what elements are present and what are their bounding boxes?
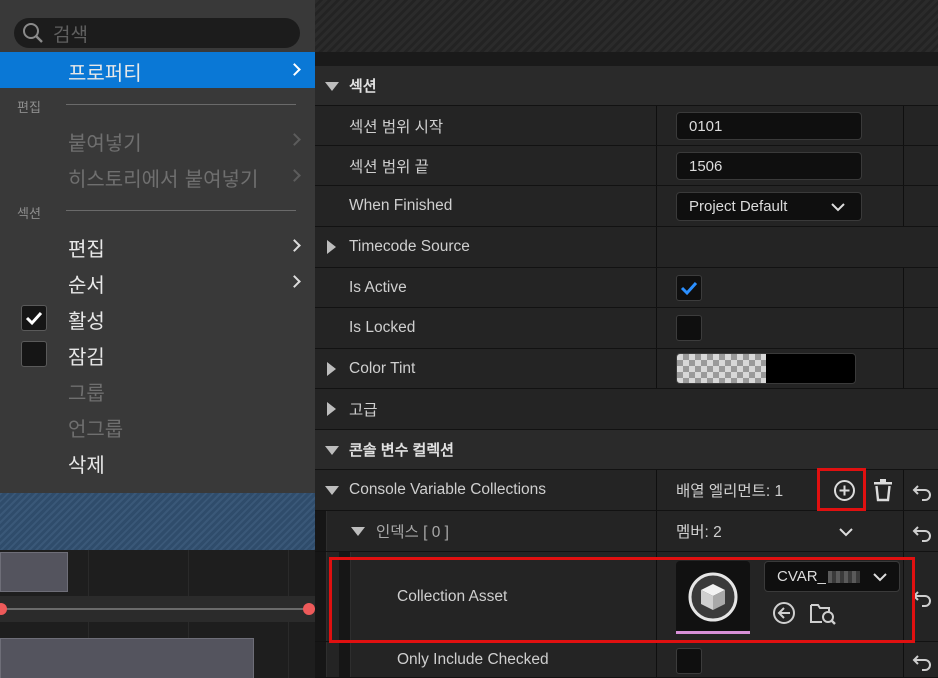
submenu-arrow-icon <box>288 275 301 288</box>
array-elements-count: 배열 엘리먼트: 1 <box>676 483 784 500</box>
category-cvar-collections[interactable]: 콘솔 변수 컬렉션 <box>315 430 938 470</box>
track-section[interactable] <box>0 552 68 592</box>
expand-arrow-icon[interactable] <box>327 240 336 254</box>
search-icon <box>23 23 43 43</box>
row-color-tint: Color Tint <box>315 349 938 389</box>
property-label: When Finished <box>349 197 453 214</box>
details-panel: 섹션 섹션 범위 시작 0101 섹션 범위 끝 1506 When Finis… <box>315 0 938 678</box>
trash-icon[interactable] <box>872 478 894 502</box>
active-checkbox[interactable] <box>21 305 47 331</box>
menu-item-properties[interactable]: 프로퍼티 <box>0 52 315 88</box>
menu-item-edit[interactable]: 편집 <box>68 233 105 262</box>
checkmark-icon <box>680 281 698 296</box>
viewport-background <box>315 0 938 52</box>
property-label: 섹션 범위 끝 <box>349 158 429 176</box>
checkmark-icon <box>25 311 43 326</box>
row-is-locked: Is Locked <box>315 308 938 349</box>
menu-section-header: 섹션 <box>17 207 41 222</box>
menu-item-paste-from-history[interactable]: 히스토리에서 붙여넣기 <box>68 163 258 192</box>
row-section-range-start: 섹션 범위 시작 0101 <box>315 106 938 146</box>
category-label: 콘솔 변수 컬렉션 <box>349 442 454 459</box>
when-finished-dropdown[interactable]: Project Default <box>676 192 862 221</box>
context-menu: 검색 프로퍼티 편집 붙여넣기 히스토리에서 붙여넣기 섹션 편집 순서 활성 … <box>0 0 315 493</box>
row-advanced[interactable]: 고급 <box>315 389 938 430</box>
row-is-active: Is Active <box>315 268 938 308</box>
selected-section-track[interactable] <box>0 493 315 550</box>
members-count: 멤버: 2 <box>676 524 722 541</box>
reset-to-default-icon[interactable] <box>912 480 934 502</box>
menu-item-locked[interactable]: 잠김 <box>68 341 105 370</box>
highlight-collection-asset <box>329 557 915 643</box>
row-when-finished: When Finished Project Default <box>315 186 938 227</box>
is-active-checkbox[interactable] <box>676 275 702 301</box>
property-label: 섹션 범위 시작 <box>349 118 444 136</box>
collapse-arrow-icon[interactable] <box>325 446 339 455</box>
collapse-arrow-icon[interactable] <box>351 527 365 536</box>
menu-item-active[interactable]: 활성 <box>68 305 105 334</box>
expand-arrow-icon[interactable] <box>327 402 336 416</box>
menu-item-group[interactable]: 그룹 <box>68 377 105 406</box>
collapse-arrow-icon[interactable] <box>325 82 339 91</box>
property-label: Timecode Source <box>349 238 470 255</box>
alpha-checker <box>677 354 766 383</box>
property-label: Only Include Checked <box>397 650 549 668</box>
row-only-include-checked: Only Include Checked <box>315 642 938 678</box>
category-label: 섹션 <box>349 78 377 95</box>
submenu-arrow-icon <box>288 239 301 252</box>
is-locked-checkbox[interactable] <box>676 315 702 341</box>
submenu-arrow-icon <box>288 133 301 146</box>
reset-to-default-icon[interactable] <box>912 521 934 543</box>
reset-to-default-icon[interactable] <box>912 586 934 608</box>
menu-item-label: 프로퍼티 <box>68 61 142 85</box>
range-line <box>0 608 315 610</box>
menu-item-ungroup[interactable]: 언그룹 <box>68 413 123 442</box>
highlight-add-button <box>817 468 866 511</box>
dropdown-value: Project Default <box>689 198 788 215</box>
only-include-checked-checkbox[interactable] <box>676 648 702 674</box>
section-range-end-input[interactable]: 1506 <box>676 152 862 180</box>
color-fill <box>766 354 855 383</box>
chevron-down-icon[interactable] <box>839 527 853 537</box>
property-label: Color Tint <box>349 359 416 377</box>
chevron-down-icon <box>831 203 845 212</box>
track-section[interactable] <box>0 638 254 678</box>
menu-item-delete[interactable]: 삭제 <box>68 449 105 478</box>
section-range-start-input[interactable]: 0101 <box>676 112 862 140</box>
category-section[interactable]: 섹션 <box>315 66 938 106</box>
range-end-marker[interactable] <box>303 603 315 615</box>
color-tint-swatch[interactable] <box>676 353 856 384</box>
range-start-marker[interactable] <box>0 603 7 615</box>
locked-checkbox[interactable] <box>21 341 47 367</box>
track-row <box>0 596 315 622</box>
property-label: Console Variable Collections <box>349 481 547 498</box>
row-index-0: 인덱스 [ 0 ] 멤버: 2 <box>315 511 938 552</box>
menu-item-paste[interactable]: 붙여넣기 <box>68 127 142 156</box>
submenu-arrow-icon <box>288 63 301 76</box>
row-timecode-source[interactable]: Timecode Source <box>315 227 938 268</box>
index-label: 인덱스 [ 0 ] <box>376 524 449 541</box>
property-label: Is Locked <box>349 319 416 336</box>
reset-to-default-icon[interactable] <box>912 650 934 672</box>
search-placeholder: 검색 <box>53 23 88 46</box>
submenu-arrow-icon <box>288 169 301 182</box>
menu-item-order[interactable]: 순서 <box>68 269 105 298</box>
collapse-arrow-icon[interactable] <box>325 486 339 495</box>
row-section-range-end: 섹션 범위 끝 1506 <box>315 146 938 186</box>
property-label: Is Active <box>349 278 407 296</box>
menu-search-input[interactable]: 검색 <box>14 18 300 48</box>
sequencer-timeline <box>0 550 315 678</box>
property-label: 고급 <box>349 402 378 419</box>
menu-section-header: 편집 <box>17 101 41 116</box>
expand-arrow-icon[interactable] <box>327 362 336 376</box>
